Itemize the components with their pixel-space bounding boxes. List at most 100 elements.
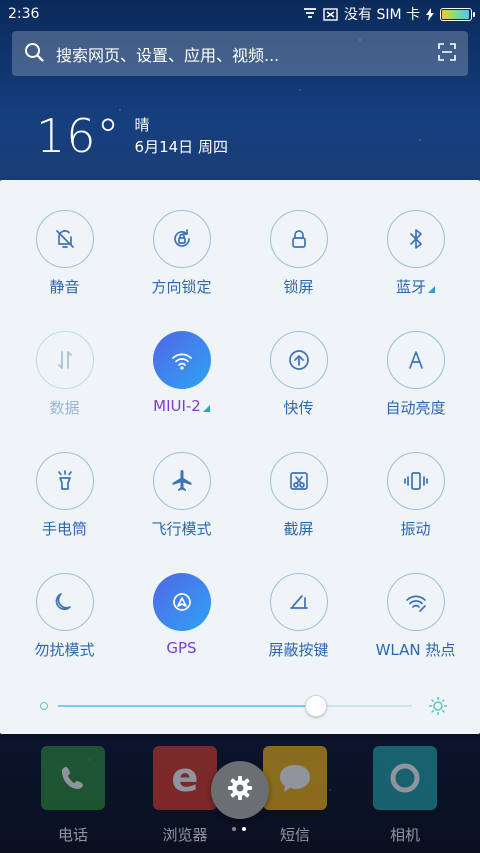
toggle-label: 飞行模式 bbox=[151, 518, 211, 539]
dock-app-phone[interactable]: 电话 bbox=[41, 746, 105, 845]
toggle-label-text: 手电筒 bbox=[41, 520, 87, 538]
page-dot bbox=[232, 827, 236, 831]
toggle-auto-brightness[interactable]: 自动亮度 bbox=[357, 331, 474, 452]
toggle-label: 手电筒 bbox=[42, 518, 87, 539]
gps-icon bbox=[168, 588, 196, 616]
more-options-icon bbox=[428, 286, 435, 293]
toggle-button[interactable] bbox=[35, 331, 94, 389]
brightness-slider[interactable] bbox=[36, 692, 448, 720]
toggle-button[interactable] bbox=[152, 573, 211, 631]
toggle-moon[interactable]: 勿扰模式 bbox=[6, 573, 123, 694]
search-icon bbox=[24, 42, 44, 66]
toggle-label-text: 蓝牙 bbox=[395, 278, 426, 296]
brightness-thumb[interactable] bbox=[305, 695, 328, 717]
toggle-airplane[interactable]: 飞行模式 bbox=[123, 452, 240, 573]
toggle-label: 截屏 bbox=[283, 518, 313, 539]
toggle-button[interactable] bbox=[152, 331, 211, 389]
settings-button[interactable] bbox=[211, 761, 269, 819]
toggle-label-text: 方向锁定 bbox=[151, 278, 212, 296]
bluetooth-icon bbox=[402, 225, 430, 253]
toggle-button[interactable] bbox=[35, 573, 94, 631]
auto-brightness-icon bbox=[402, 346, 430, 374]
toggle-button[interactable] bbox=[269, 210, 328, 268]
toggle-label: 振动 bbox=[400, 518, 430, 539]
toggle-label-text: WLAN 热点 bbox=[375, 641, 456, 659]
screenshot-icon bbox=[285, 467, 313, 495]
toggle-label-text: 快传 bbox=[283, 399, 314, 417]
toggle-label: 自动亮度 bbox=[385, 397, 445, 418]
toggle-label: WLAN 热点 bbox=[376, 639, 456, 660]
toggle-button[interactable] bbox=[269, 331, 328, 389]
search-input[interactable]: 搜索网页、设置、应用、视频... bbox=[56, 42, 438, 66]
clock: 2:36 bbox=[8, 6, 40, 22]
brightness-fill bbox=[58, 705, 317, 707]
vibrate-icon bbox=[402, 467, 430, 495]
toggle-button[interactable] bbox=[269, 573, 328, 631]
toggle-button[interactable] bbox=[152, 210, 211, 268]
airplane-icon bbox=[168, 467, 196, 495]
toggle-label: 数据 bbox=[49, 397, 79, 418]
toggle-screenshot[interactable]: 截屏 bbox=[240, 452, 357, 573]
weather-widget[interactable]: 16° 晴 6月14日 周四 bbox=[36, 110, 228, 162]
battery-indicator bbox=[440, 7, 475, 21]
toggle-label-text: 勿扰模式 bbox=[34, 641, 95, 659]
toggle-button[interactable] bbox=[35, 452, 94, 510]
toggle-label: 静音 bbox=[49, 276, 79, 297]
toggle-button[interactable] bbox=[35, 210, 94, 268]
toggle-bluetooth[interactable]: 蓝牙 bbox=[357, 210, 474, 331]
toggle-label: MIUI-2 bbox=[153, 397, 210, 415]
temperature: 16° bbox=[36, 109, 121, 163]
block-keys-icon bbox=[285, 588, 313, 616]
toggle-label: GPS bbox=[166, 639, 196, 657]
toggle-label: 快传 bbox=[283, 397, 313, 418]
dock-app-camera[interactable]: 相机 bbox=[373, 746, 437, 845]
scan-icon[interactable] bbox=[438, 42, 456, 65]
dock-app-label: 短信 bbox=[279, 826, 310, 844]
toggle-bell-off[interactable]: 静音 bbox=[6, 210, 123, 331]
brightness-low-icon bbox=[40, 702, 48, 710]
toggle-wifi[interactable]: MIUI-2 bbox=[123, 331, 240, 452]
toggle-button[interactable] bbox=[386, 210, 445, 268]
charging-icon bbox=[426, 7, 434, 21]
toggle-rotation-lock[interactable]: 方向锁定 bbox=[123, 210, 240, 331]
toggle-flashlight[interactable]: 手电筒 bbox=[6, 452, 123, 573]
dock-app-messages[interactable]: 短信 bbox=[263, 746, 327, 845]
toggle-label-text: 飞行模式 bbox=[151, 520, 212, 538]
dock-app-label: 相机 bbox=[389, 826, 420, 844]
auto-brightness-sun-icon[interactable] bbox=[428, 696, 448, 720]
dock-app-label: 浏览器 bbox=[162, 826, 208, 844]
toggle-label: 方向锁定 bbox=[151, 276, 211, 297]
toggle-quick-transfer[interactable]: 快传 bbox=[240, 331, 357, 452]
toggle-gps[interactable]: GPS bbox=[123, 573, 240, 694]
toggle-button[interactable] bbox=[386, 573, 445, 631]
toggle-grid: 静音 方向锁定 锁屏 蓝牙数据 MIUI-2 快传 自动亮度手电筒 飞行模式 截屏 振动勿扰模式 G… bbox=[0, 210, 480, 694]
wifi-icon bbox=[168, 346, 196, 374]
toggle-label-text: MIUI-2 bbox=[153, 397, 201, 415]
quick-transfer-icon bbox=[285, 346, 313, 374]
browser-icon: e bbox=[153, 746, 217, 810]
toggle-label-text: 静音 bbox=[49, 278, 80, 296]
toggle-lock[interactable]: 锁屏 bbox=[240, 210, 357, 331]
rotation-lock-icon bbox=[168, 225, 196, 253]
toggle-label: 锁屏 bbox=[283, 276, 313, 297]
toggle-hotspot[interactable]: WLAN 热点 bbox=[357, 573, 474, 694]
toggle-label: 蓝牙 bbox=[396, 276, 435, 297]
toggle-block-keys[interactable]: 屏蔽按键 bbox=[240, 573, 357, 694]
quick-settings-panel: 静音 方向锁定 锁屏 蓝牙数据 MIUI-2 快传 自动亮度手电筒 飞行模式 截屏 振动勿扰模式 G… bbox=[0, 180, 480, 734]
camera-icon bbox=[373, 746, 437, 810]
toggle-vibrate[interactable]: 振动 bbox=[357, 452, 474, 573]
dock-app-browser[interactable]: e 浏览器 bbox=[153, 746, 217, 845]
toggle-label-text: GPS bbox=[166, 639, 197, 657]
lock-icon bbox=[285, 225, 313, 253]
toggle-label: 屏蔽按键 bbox=[268, 639, 328, 660]
toggle-button[interactable] bbox=[386, 331, 445, 389]
page-indicator bbox=[232, 827, 246, 831]
toggle-data[interactable]: 数据 bbox=[6, 331, 123, 452]
more-options-icon bbox=[202, 405, 210, 412]
search-bar[interactable]: 搜索网页、设置、应用、视频... bbox=[12, 31, 468, 76]
toggle-button[interactable] bbox=[269, 452, 328, 510]
toggle-button[interactable] bbox=[386, 452, 445, 510]
toggle-label-text: 数据 bbox=[49, 399, 80, 417]
hotspot-icon bbox=[402, 588, 430, 616]
toggle-button[interactable] bbox=[152, 452, 211, 510]
